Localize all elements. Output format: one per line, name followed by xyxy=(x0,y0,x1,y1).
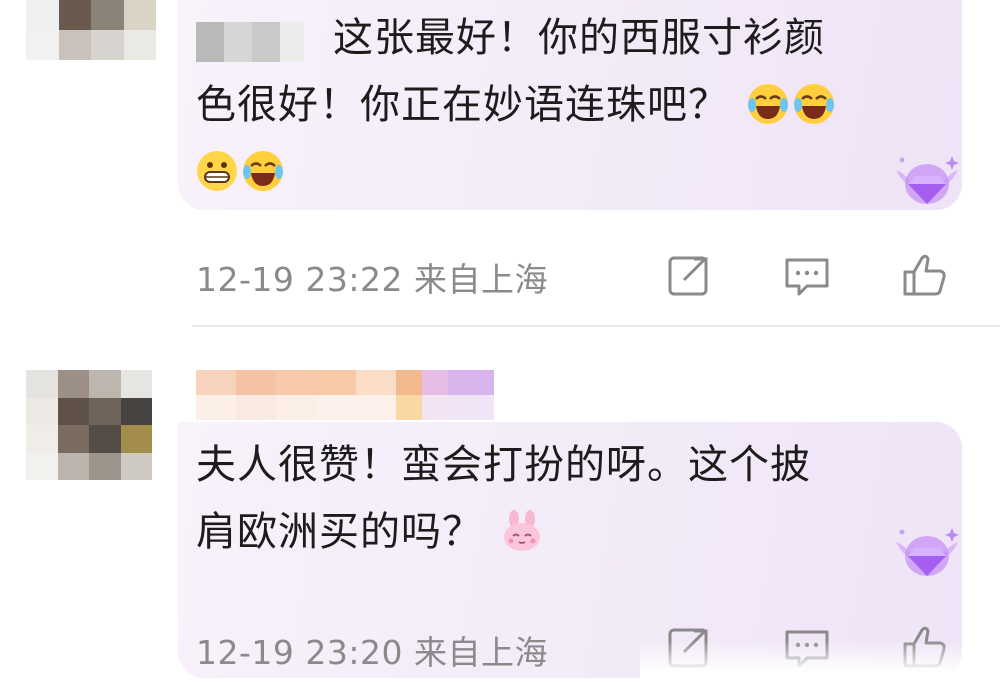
username-blurred[interactable] xyxy=(196,370,494,420)
comment-item: 这张最好！你的西服寸衫颜 色很好！你正在妙语连珠吧？ 12-19 23:22 来… xyxy=(0,0,1000,325)
comment-actions xyxy=(664,250,964,300)
laugh-cry-icon xyxy=(747,83,789,125)
timestamp: 12-19 23:20 xyxy=(196,633,403,672)
like-icon[interactable] xyxy=(900,250,950,300)
comment-item: 夫人很赞！蛮会打扮的呀。这个披 肩欧洲买的吗？ 12-19 23:20 来自上海 xyxy=(0,326,1000,694)
location: 来自上海 xyxy=(413,633,548,672)
comment-meta: 12-19 23:20 来自上海 xyxy=(196,626,548,674)
diamond-badge-icon xyxy=(892,152,962,212)
bunny-icon xyxy=(501,510,543,552)
laugh-cry-icon xyxy=(793,83,835,125)
location: 来自上海 xyxy=(413,260,548,299)
grin-icon xyxy=(196,150,238,192)
avatar[interactable] xyxy=(26,0,156,60)
avatar[interactable] xyxy=(26,370,152,480)
timestamp: 12-19 23:22 xyxy=(196,260,403,299)
diamond-badge-icon xyxy=(892,524,962,584)
bottom-fade-overlay xyxy=(640,640,1000,694)
comment-meta: 12-19 23:22 来自上海 xyxy=(196,253,548,301)
comment-text: 这张最好！你的西服寸衫颜 色很好！你正在妙语连珠吧？ xyxy=(196,5,916,206)
laugh-cry-icon xyxy=(242,150,284,192)
comment-text: 夫人很赞！蛮会打扮的呀。这个披 肩欧洲买的吗？ xyxy=(196,442,811,555)
repost-icon[interactable] xyxy=(664,250,714,300)
reply-icon[interactable] xyxy=(782,250,832,300)
